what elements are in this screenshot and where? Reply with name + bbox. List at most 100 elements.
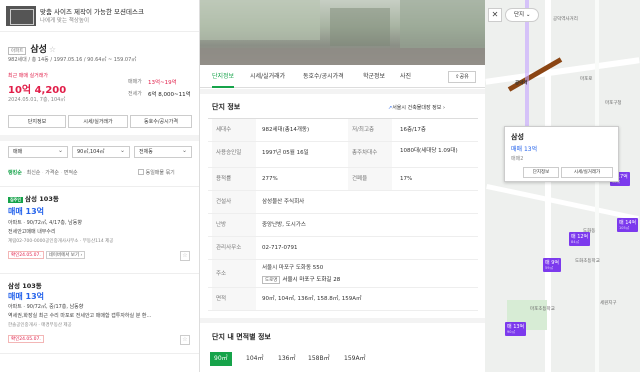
tab-photos[interactable]: 사진 — [400, 66, 411, 88]
sort-bar: 랭킹순 · 최신순 · 가격순 · 면적순 — [8, 170, 78, 176]
area-tab-136[interactable]: 136㎡ — [274, 352, 299, 366]
popup-price-button[interactable]: 시세/실거래가 — [561, 167, 613, 178]
area-tab-90[interactable]: 90㎡ — [210, 352, 232, 366]
table-row: 사용승인일 1997년 05월 16일 총주차대수 1080대(세대당 1.09대) — [208, 142, 478, 168]
map-view[interactable]: 단지 ⌄ ✕ 공덕역사거리 마포로 공덕역 마포구청 도화동 도화초등학교 마포… — [485, 0, 640, 372]
apt-header: 아파트 삼성 ☆ — [8, 42, 56, 55]
favorite-star-icon[interactable]: ☆ — [180, 335, 190, 345]
list-item[interactable]: 삼성 103동 매매 13억 아파트 · 90/72㎡, 중/17층, 남동향 … — [0, 274, 199, 354]
table-row: 용적률 277% 건폐율 17% — [208, 168, 478, 191]
sort-ranking[interactable]: 랭킹순 — [8, 170, 22, 176]
ad-title: 맞춤 사이즈 제작이 가능한 모션데스크 — [40, 8, 144, 16]
area-tab-159a[interactable]: 159A㎡ — [340, 352, 370, 366]
price-marker[interactable]: 매 12억 84㎡ — [569, 232, 591, 246]
apt-type-tag: 아파트 — [8, 47, 27, 55]
recent-date: 2024.05.01, 7층, 104㎡ — [8, 97, 66, 103]
listing-panel: 맞춤 사이즈 제작이 가능한 모션데스크 나에게 맞는 책상높이 아파트 삼성 … — [0, 0, 200, 372]
confirm-date-badge: 확인24.05.07. — [8, 251, 44, 259]
map-label: 도화초등학교 — [575, 259, 600, 264]
area-tab-104[interactable]: 104㎡ — [242, 352, 267, 366]
map-label: 마포초등학교 — [530, 307, 555, 312]
listing-title: 집주인 삼성 103동 — [8, 195, 59, 203]
favorite-star-icon[interactable]: ☆ — [49, 45, 56, 54]
listing-agent: 계림02-700-0000공인중개사사무소 · 부동산114 제공 — [8, 239, 114, 244]
apt-name: 삼성 — [30, 45, 47, 55]
price-marker[interactable]: 매 13억 90㎡ — [505, 322, 527, 336]
complex-info-button[interactable]: 단지정보 — [8, 115, 66, 128]
map-label: 공덕역사거리 — [553, 17, 578, 22]
complex-photo[interactable] — [200, 0, 485, 65]
area-section-title: 단지 내 면적별 정보 — [212, 333, 271, 341]
tab-school[interactable]: 학군정보 — [363, 66, 385, 88]
listing-title: 삼성 103동 — [8, 282, 42, 290]
ad-banner[interactable]: 맞춤 사이즈 제작이 가능한 모션데스크 나에게 맞는 책상높이 — [0, 0, 199, 32]
confirm-date-badge: 확인24.05.07. — [8, 335, 44, 343]
popup-complex-button[interactable]: 단지정보 — [523, 167, 559, 178]
table-row: 난방 중앙난방, 도시가스 — [208, 214, 478, 237]
dong-select[interactable]: 전체동 — [134, 145, 192, 158]
group-label: 동일매물 묶기 — [145, 170, 175, 176]
listing-desc: 역세권,화장실 최근 수리 마포로 전세안고 매매함 갭투자하실 분 환... — [8, 313, 152, 319]
unit-price-button[interactable]: 동호수/공시가격 — [130, 115, 192, 128]
tab-complex-info[interactable]: 단지정보 — [212, 66, 235, 88]
tab-unit-price[interactable]: 동호수/공시가격 — [303, 66, 344, 88]
sale-price-label: 매매가 — [128, 79, 142, 85]
favorite-star-icon[interactable]: ☆ — [180, 251, 190, 261]
popup-sub: 매매2 — [511, 156, 524, 162]
ad-subtitle: 나에게 맞는 책상높이 — [40, 18, 90, 24]
group-same-toggle[interactable]: 동일매물 묶기 — [138, 169, 175, 176]
listing-agent: 한솔공인중개사 · 매경부동산 제공 — [8, 323, 72, 328]
recent-price-label: 최근 매매 실거래가 — [8, 73, 48, 79]
map-popup: 삼성 매매 13억 매매2 단지정보 시세/실거래가 — [504, 126, 619, 182]
rent-price-label: 전세가 — [128, 91, 142, 97]
owner-badge: 집주인 — [8, 197, 24, 203]
road-address: 도로명 서울시 마포구 도화길 28 — [262, 275, 340, 284]
table-row: 건설사 삼성물산 주식회사 — [208, 191, 478, 214]
tab-price-history[interactable]: 시세/실거래가 — [250, 66, 285, 88]
table-row: 관리사무소 02-717-0791 — [208, 237, 478, 260]
share-button[interactable]: ⇧공유 — [448, 71, 476, 83]
road — [595, 0, 599, 372]
trade-type-select[interactable]: 매매 — [8, 145, 68, 158]
map-filter-select[interactable]: 단지 ⌄ — [505, 8, 540, 22]
popup-price: 매매 13억 — [511, 146, 538, 153]
table-row: 면적 90㎡, 104㎡, 136㎡, 158.8㎡, 159A㎡ — [208, 288, 478, 311]
detail-tabs: 단지정보 시세/실거래가 동호수/공시가격 학군정보 사진 ⇧공유 — [200, 66, 485, 88]
divider — [0, 135, 199, 141]
map-label: 세원지구 — [600, 301, 617, 306]
divider — [200, 318, 485, 323]
road — [486, 183, 639, 222]
listing-info: 아파트 · 90/72㎡, 4/17층, 남동향 — [8, 220, 82, 226]
listing-info: 아파트 · 90/72㎡, 중/17층, 남동향 — [8, 304, 84, 310]
divider — [200, 89, 485, 94]
map-label: 마포로 — [580, 77, 593, 82]
ledger-link[interactable]: ↗서울시 건축물대장 정보 › — [388, 104, 445, 111]
close-icon[interactable]: ✕ — [488, 8, 502, 22]
price-marker[interactable]: 매 9억 59㎡ — [543, 258, 561, 272]
price-history-button[interactable]: 시세/실거래가 — [68, 115, 128, 128]
map-label: 공덕역 — [515, 81, 528, 86]
rent-price-range: 6억 8,000~11억 — [148, 92, 191, 98]
detail-panel: 단지정보 시세/실거래가 동호수/공시가격 학군정보 사진 ⇧공유 단지 정보 … — [200, 0, 485, 372]
area-tab-158b[interactable]: 158B㎡ — [304, 352, 334, 366]
apt-meta: 982세대 / 총 14동 / 1997.05.16 / 90.64㎡ ~ 15… — [8, 57, 137, 63]
map-label: 마포구청 — [605, 101, 622, 106]
group-checkbox[interactable] — [138, 169, 144, 175]
sort-area[interactable]: 면적순 — [64, 170, 78, 176]
price-marker[interactable]: 매 14억 105㎡ — [617, 218, 639, 232]
ad-thumbnail — [6, 6, 36, 26]
area-select[interactable]: 90㎡,104㎡ — [72, 145, 130, 158]
listing-tags: 확인24.05.07. — [8, 335, 44, 343]
sort-latest[interactable]: 최신순 — [27, 170, 41, 176]
listing-price: 매매 13억 — [8, 292, 44, 301]
naver-link[interactable]: 네이버에서 보기 › — [45, 251, 86, 259]
listing-desc: 전세안고매매 내부수리 — [8, 229, 56, 235]
sort-price[interactable]: 가격순 — [45, 170, 59, 176]
list-item[interactable]: 집주인 삼성 103동 매매 13억 아파트 · 90/72㎡, 4/17층, 남… — [0, 186, 199, 274]
listing-tags: 확인24.05.07. 네이버에서 보기 › — [8, 251, 86, 259]
table-row: 세대수 982세대(총14개동) 저/최고층 16층/17층 — [208, 119, 478, 142]
table-row: 주소 서울시 마포구 도화동 550 도로명 서울시 마포구 도화길 28 — [208, 260, 478, 288]
popup-name: 삼성 — [511, 133, 524, 141]
section-title: 단지 정보 — [212, 103, 241, 111]
listing-price: 매매 13억 — [8, 207, 44, 216]
